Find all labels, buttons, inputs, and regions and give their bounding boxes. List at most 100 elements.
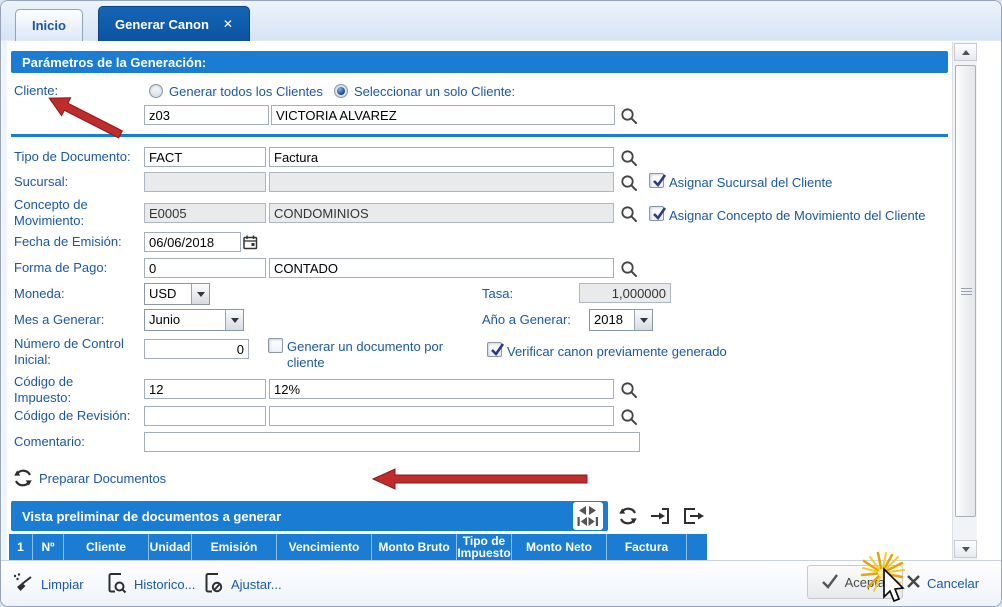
codigo-impuesto-name-input[interactable]	[269, 379, 614, 399]
arrow-down-icon	[962, 547, 970, 556]
mes-generar-select[interactable]: Junio	[144, 309, 244, 331]
column-header[interactable]: Factura	[607, 534, 687, 560]
column-header[interactable]: Vencimiento	[277, 534, 372, 560]
radio-generar-todos[interactable]	[149, 84, 163, 98]
tab-bar: Inicio Generar Canon ✕	[1, 1, 1001, 41]
aceptar-label: Aceptar	[845, 575, 890, 590]
scrollbar-grip	[961, 288, 972, 289]
asignar-concepto-label[interactable]: Asignar Concepto de Movimiento del Clien…	[669, 208, 926, 224]
cliente-name-input[interactable]	[271, 105, 615, 125]
forma-pago-name-input[interactable]	[269, 258, 614, 278]
document-search-icon	[106, 571, 128, 598]
ajustar-button[interactable]: Ajustar...	[203, 569, 282, 599]
ajustar-label: Ajustar...	[231, 577, 282, 592]
historico-label: Historico...	[134, 577, 195, 592]
forma-pago-search-icon[interactable]	[619, 259, 639, 284]
section-header-title: Parámetros de la Generación:	[22, 55, 206, 70]
numero-control-input[interactable]	[144, 339, 249, 359]
mes-generar-label: Mes a Generar:	[14, 312, 104, 328]
tipo-documento-name-input[interactable]	[269, 147, 614, 167]
asignar-sucursal-checkbox[interactable]	[649, 173, 664, 188]
concepto-name-input	[269, 203, 614, 223]
column-header[interactable]: Tipo de Impuesto	[457, 534, 512, 560]
column-header[interactable]: Monto Neto	[512, 534, 607, 560]
x-icon	[906, 574, 921, 592]
radio-seleccionar-uno-label[interactable]: Seleccionar un solo Cliente:	[354, 84, 515, 100]
sucursal-label: Sucursal:	[14, 174, 68, 190]
moneda-value: USD	[145, 284, 191, 304]
doc-por-cliente-checkbox[interactable]	[268, 338, 283, 353]
concepto-code-input	[144, 203, 266, 223]
pagination-control[interactable]	[573, 502, 603, 530]
column-header-empty	[687, 534, 707, 560]
preview-refresh-icon[interactable]	[617, 505, 639, 532]
chevron-down-icon[interactable]	[634, 310, 652, 330]
pagination-arrows-icon[interactable]	[575, 504, 601, 528]
tipo-documento-code-input[interactable]	[144, 147, 266, 167]
checkmark-icon	[821, 573, 839, 592]
codigo-revision-search-icon[interactable]	[619, 407, 639, 432]
cliente-search-icon[interactable]	[619, 106, 639, 131]
tasa-input	[579, 283, 671, 303]
ano-generar-select[interactable]: 2018	[589, 309, 653, 331]
column-header[interactable]: Unidad	[149, 534, 192, 560]
radio-generar-todos-label[interactable]: Generar todos los Clientes	[169, 84, 323, 100]
column-header[interactable]: Monto Bruto	[372, 534, 457, 560]
cancelar-button[interactable]: Cancelar	[906, 569, 979, 597]
tipo-documento-label: Tipo de Documento:	[14, 149, 131, 165]
fecha-emision-input[interactable]	[144, 232, 241, 252]
limpiar-button[interactable]: Limpiar	[11, 569, 84, 599]
app-window: Inicio Generar Canon ✕ Parámetros de la …	[0, 0, 1002, 607]
sucursal-search-icon[interactable]	[619, 173, 639, 198]
codigo-revision-name-input[interactable]	[269, 406, 614, 426]
concepto-search-icon[interactable]	[619, 204, 639, 229]
fecha-emision-label: Fecha de Emisión:	[14, 234, 122, 250]
chevron-down-icon[interactable]	[191, 284, 209, 304]
doc-por-cliente-label[interactable]: Generar un documento por cliente	[287, 339, 459, 371]
column-header[interactable]: 1	[9, 534, 33, 560]
scrollbar-thumb[interactable]	[955, 65, 976, 517]
ano-generar-value: 2018	[590, 310, 634, 330]
column-header[interactable]: Cliente	[64, 534, 149, 560]
codigo-impuesto-search-icon[interactable]	[619, 380, 639, 405]
chevron-down-icon[interactable]	[225, 310, 243, 330]
scroll-up-button[interactable]	[954, 43, 977, 61]
asignar-sucursal-label[interactable]: Asignar Sucursal del Cliente	[669, 175, 832, 191]
moneda-select[interactable]: USD	[144, 283, 210, 305]
close-tab-icon[interactable]: ✕	[223, 17, 233, 31]
column-header[interactable]: Nº	[33, 534, 64, 560]
divider	[11, 134, 948, 137]
comentario-label: Comentario:	[14, 434, 85, 450]
tab-inicio[interactable]: Inicio	[15, 9, 83, 41]
cliente-code-input[interactable]	[144, 105, 269, 125]
forma-pago-code-input[interactable]	[144, 258, 266, 278]
codigo-impuesto-label: Código de Impuesto:	[14, 374, 124, 406]
calendar-icon[interactable]	[242, 234, 259, 256]
historico-button[interactable]: Historico...	[106, 569, 195, 599]
refresh-icon[interactable]	[12, 467, 34, 494]
codigo-impuesto-code-input[interactable]	[144, 379, 266, 399]
tab-generar-canon[interactable]: Generar Canon ✕	[98, 6, 250, 41]
import-icon[interactable]	[649, 505, 671, 532]
radio-seleccionar-uno[interactable]	[334, 84, 348, 98]
vertical-scrollbar[interactable]	[952, 42, 977, 560]
limpiar-label: Limpiar	[41, 577, 84, 592]
tab-inicio-label: Inicio	[32, 18, 66, 33]
verificar-canon-checkbox[interactable]	[487, 342, 502, 357]
aceptar-button[interactable]: Aceptar	[807, 565, 903, 599]
scroll-down-button[interactable]	[954, 540, 977, 558]
preview-table-header: 1 Nº Cliente Unidad Emisión Vencimiento …	[9, 534, 707, 560]
preparar-documentos-link[interactable]: Preparar Documentos	[39, 471, 166, 486]
tipo-documento-search-icon[interactable]	[619, 148, 639, 173]
codigo-revision-code-input[interactable]	[144, 406, 266, 426]
verificar-canon-label[interactable]: Verificar canon previamente generado	[507, 344, 727, 360]
tasa-label: Tasa:	[482, 286, 513, 302]
column-header[interactable]: Emisión	[192, 534, 277, 560]
asignar-concepto-checkbox[interactable]	[649, 206, 664, 221]
export-icon[interactable]	[681, 505, 705, 532]
sucursal-code-input	[144, 172, 266, 192]
comentario-input[interactable]	[144, 432, 640, 452]
numero-control-label: Número de Control Inicial:	[14, 336, 134, 368]
preview-title: Vista preliminar de documentos a generar	[22, 509, 281, 524]
arrow-up-icon	[962, 46, 970, 55]
